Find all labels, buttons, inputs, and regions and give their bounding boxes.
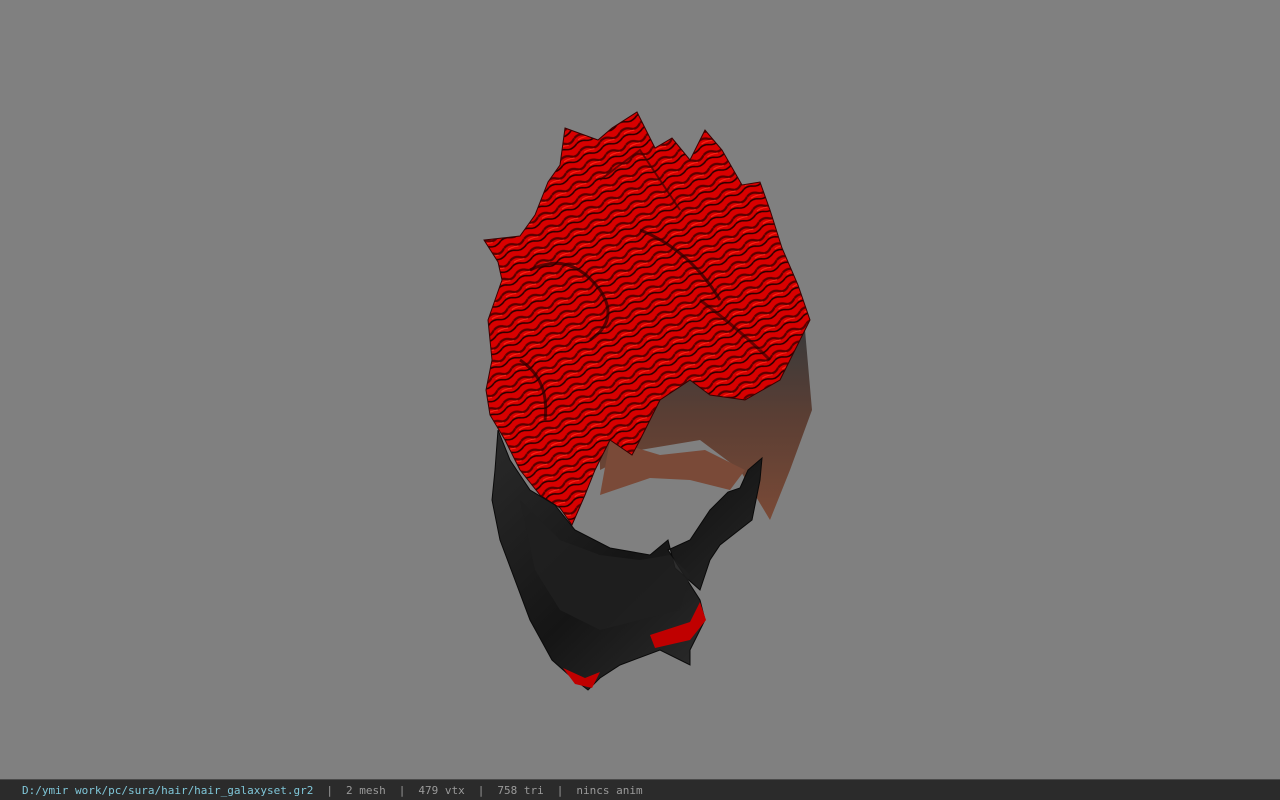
status-separator: |: [326, 783, 334, 797]
status-separator: |: [556, 783, 564, 797]
3d-viewport[interactable]: [0, 0, 1280, 779]
vertex-count: 479 vtx: [418, 783, 465, 797]
status-bar: D:/ymir work/pc/sura/hair/hair_galaxyset…: [0, 779, 1280, 800]
status-separator: |: [477, 783, 485, 797]
hair-mesh-icon: [483, 111, 812, 691]
animation-status: nincs anim: [576, 783, 643, 797]
triangle-count: 758 tri: [497, 783, 544, 797]
mesh-count: 2 mesh: [346, 783, 386, 797]
file-path: D:/ymir work/pc/sura/hair/hair_galaxyset…: [22, 783, 314, 797]
status-separator: |: [398, 783, 406, 797]
